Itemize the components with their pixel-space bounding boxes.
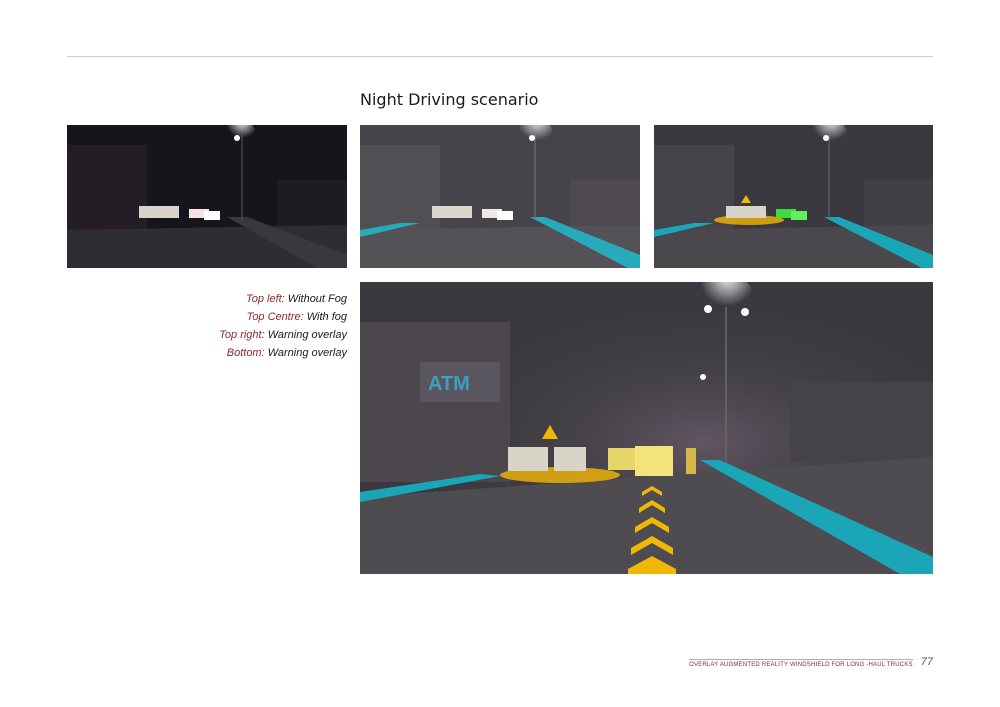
caption-bottom: Bottom: Warning overlay [226,347,347,359]
section-heading: Night Driving scenario [360,90,539,109]
page-number: 77 [920,656,933,668]
photo-with-fog [360,125,640,268]
footer-title: OVERLAY AUGMENTED REALITY WINDSHIELD FOR… [689,659,913,668]
header-rule [67,56,933,57]
page-footer: OVERLAY AUGMENTED REALITY WINDSHIELD FOR… [689,657,933,668]
atm-sign-text: ATM [428,373,470,395]
photo-warning-overlay-large: ATM [360,282,933,574]
caption-top-left: Top left: Without Fog [246,293,347,305]
photo-without-fog [67,125,347,268]
image-captions: Top left: Without Fog Top Centre: With f… [150,290,347,362]
caption-top-right: Top right: Warning overlay [219,329,347,341]
caption-top-centre: Top Centre: With fog [246,311,347,323]
photo-warning-overlay [654,125,933,268]
